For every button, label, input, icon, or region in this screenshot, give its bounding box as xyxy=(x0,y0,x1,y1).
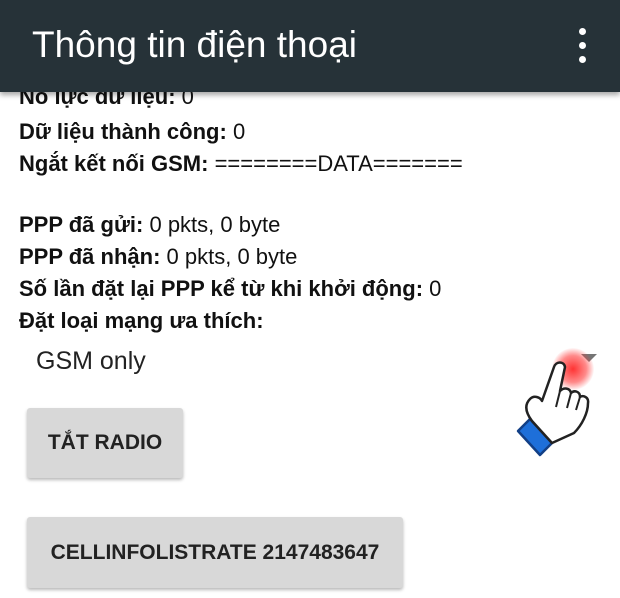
info-row-preferred-network: Đặt loại mạng ưa thích: xyxy=(19,306,264,336)
info-label: PPP đã gửi: xyxy=(19,212,144,237)
info-row-ppp-sent: PPP đã gửi: 0 pkts, 0 byte xyxy=(19,210,280,240)
turn-off-radio-button[interactable]: TẮT RADIO xyxy=(27,408,183,478)
info-value: 0 pkts, 0 byte xyxy=(166,244,298,269)
app-bar: Thông tin điện thoại xyxy=(0,0,620,92)
cellinfo-list-rate-button[interactable]: CELLINFOLISTRATE 2147483647 xyxy=(27,517,403,588)
info-label: Ngắt kết nối GSM: xyxy=(19,151,209,176)
info-value: 0 xyxy=(232,119,246,144)
info-row-ppp-resets: Số lần đặt lại PPP kể từ khi khởi động: … xyxy=(19,274,441,304)
info-row-data-success: Dữ liệu thành công: 0 xyxy=(19,117,245,147)
info-value: 0 xyxy=(429,276,442,301)
info-row-ppp-received: PPP đã nhận: 0 pkts, 0 byte xyxy=(19,242,297,272)
info-label: Số lần đặt lại PPP kể từ khi khởi động: xyxy=(19,276,424,301)
more-vert-icon[interactable] xyxy=(562,22,602,70)
info-value: ========DATA======= xyxy=(214,151,463,176)
info-row-gsm-disconnect: Ngắt kết nối GSM: ========DATA======= xyxy=(19,149,463,179)
network-type-selected: GSM only xyxy=(36,347,146,375)
phone-info-screen: Nỗ lực dữ liệu: 0 Dữ liệu thành công: 0 … xyxy=(0,0,620,598)
tap-hand-icon xyxy=(516,361,590,457)
info-label: PPP đã nhận: xyxy=(19,244,161,269)
page-title: Thông tin điện thoại xyxy=(32,24,358,65)
info-value: 0 pkts, 0 byte xyxy=(149,212,281,237)
info-label: Dữ liệu thành công: xyxy=(19,119,227,144)
info-label: Đặt loại mạng ưa thích: xyxy=(19,308,264,333)
